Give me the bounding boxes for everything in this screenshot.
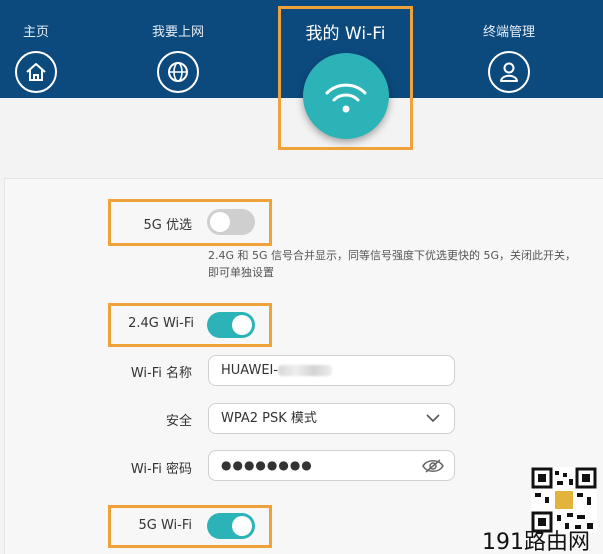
nav-wifi[interactable]: 我的 Wi-Fi <box>278 6 413 150</box>
prefer5g-description: 2.4G 和 5G 信号合并显示，同等信号强度下优选更快的 5G，关闭此开关，即… <box>208 249 577 279</box>
wifi24-label: 2.4G Wi-Fi <box>128 316 194 331</box>
home-icon[interactable] <box>15 51 57 93</box>
nav-home-label: 主页 <box>22 25 49 40</box>
ssid-label: Wi-Fi 名称 <box>130 366 192 381</box>
nav-devices-label: 终端管理 <box>482 25 535 40</box>
password-value: ●●●●●●●● <box>221 458 313 472</box>
user-icon[interactable] <box>488 51 530 93</box>
router-admin-page: 主页 我要上网 终端管理 我的 Wi-Fi 5G 优选 2.4G 和 5G 信号… <box>0 0 603 554</box>
nav-internet[interactable]: 我要上网 <box>118 24 238 93</box>
prefer5g-label: 5G 优选 <box>143 218 192 233</box>
password-input[interactable]: ●●●●●●●● <box>208 450 455 481</box>
wifi5-toggle[interactable] <box>207 513 255 539</box>
wifi-button[interactable] <box>299 53 393 141</box>
wifi5-label: 5G Wi-Fi <box>138 518 193 533</box>
toggle-knob <box>232 516 252 536</box>
wifi24-toggle[interactable] <box>207 312 255 338</box>
eye-off-icon[interactable] <box>422 458 444 474</box>
wifi-icon <box>325 83 367 113</box>
globe-icon[interactable] <box>157 51 199 93</box>
chevron-down-icon <box>426 414 440 423</box>
security-value: WPA2 PSK 模式 <box>221 411 317 426</box>
watermark-text: 191路由网 <box>482 530 590 554</box>
ssid-input[interactable]: HUAWEI- <box>208 355 455 386</box>
password-label: Wi-Fi 密码 <box>130 462 192 477</box>
nav-devices[interactable]: 终端管理 <box>449 24 569 93</box>
prefer5g-toggle[interactable] <box>207 209 255 235</box>
toggle-knob <box>232 315 252 335</box>
nav-wifi-label: 我的 Wi-Fi <box>305 24 386 44</box>
ssid-redacted <box>278 365 333 376</box>
security-select[interactable]: WPA2 PSK 模式 <box>208 403 455 434</box>
ssid-value: HUAWEI- <box>221 363 279 378</box>
security-label: 安全 <box>165 414 192 429</box>
toggle-knob <box>210 212 230 232</box>
nav-internet-label: 我要上网 <box>151 25 204 40</box>
nav-home[interactable]: 主页 <box>0 24 96 93</box>
